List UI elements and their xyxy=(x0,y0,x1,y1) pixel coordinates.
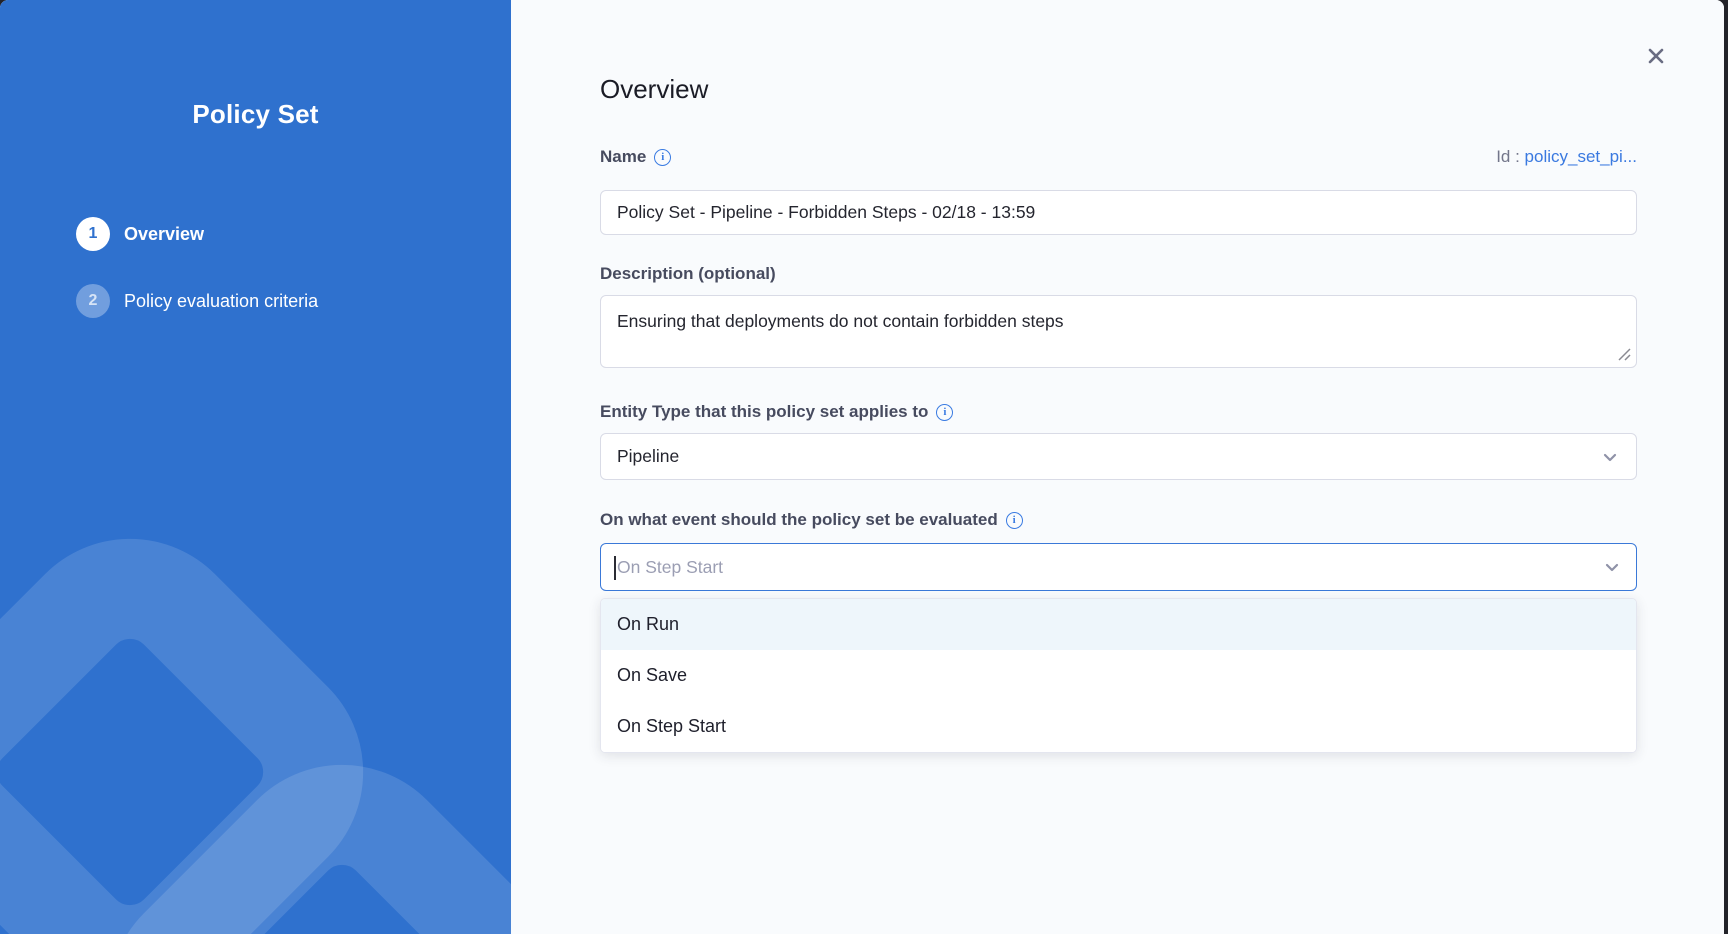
step-number-badge: 1 xyxy=(76,217,110,251)
description-label: Description (optional) xyxy=(600,264,776,284)
event-input[interactable] xyxy=(601,544,1594,590)
event-select-field xyxy=(600,543,1637,591)
description-label-row: Description (optional) xyxy=(600,264,1637,284)
wizard-sidebar: Policy Set 1 Overview 2 Policy evaluatio… xyxy=(0,0,511,934)
event-options-menu: On Run On Save On Step Start xyxy=(600,598,1637,753)
policy-set-id-link[interactable]: policy_set_pi... xyxy=(1525,147,1637,166)
step-policy-evaluation-criteria[interactable]: 2 Policy evaluation criteria xyxy=(76,284,318,318)
step-label: Policy evaluation criteria xyxy=(124,291,318,312)
close-button[interactable] xyxy=(1642,42,1670,70)
step-number-badge: 2 xyxy=(76,284,110,318)
description-textarea[interactable]: Ensuring that deployments do not contain… xyxy=(600,295,1637,368)
event-info-icon[interactable]: i xyxy=(1006,512,1023,529)
name-info-icon[interactable]: i xyxy=(654,149,671,166)
policy-set-modal: Policy Set 1 Overview 2 Policy evaluatio… xyxy=(0,0,1724,934)
option-on-step-start[interactable]: On Step Start xyxy=(601,701,1636,752)
event-label: On what event should the policy set be e… xyxy=(600,510,998,530)
page-title: Overview xyxy=(600,74,1637,105)
name-label: Name xyxy=(600,147,646,167)
id-label: Id : xyxy=(1496,147,1520,166)
wizard-steps: 1 Overview 2 Policy evaluation criteria xyxy=(76,217,318,351)
step-overview[interactable]: 1 Overview xyxy=(76,217,318,251)
name-input[interactable] xyxy=(600,190,1637,235)
entity-type-info-icon[interactable]: i xyxy=(936,404,953,421)
text-caret xyxy=(614,556,616,580)
entity-type-value: Pipeline xyxy=(617,446,679,467)
entity-type-label: Entity Type that this policy set applies… xyxy=(600,402,928,422)
event-label-row: On what event should the policy set be e… xyxy=(600,510,1637,530)
step-label: Overview xyxy=(124,224,204,245)
chevron-down-icon xyxy=(1600,447,1620,467)
modal-title: Policy Set xyxy=(0,99,511,130)
entity-type-label-row: Entity Type that this policy set applies… xyxy=(600,402,1637,422)
name-label-row: Name i Id : policy_set_pi... xyxy=(600,147,1637,167)
screen: Policy Set 1 Overview 2 Policy evaluatio… xyxy=(0,0,1728,934)
name-field-wrap xyxy=(600,190,1637,235)
option-on-run[interactable]: On Run xyxy=(601,599,1636,650)
description-field-wrap: Ensuring that deployments do not contain… xyxy=(600,295,1637,368)
chevron-down-icon xyxy=(1602,557,1622,577)
close-icon xyxy=(1646,46,1666,66)
overview-panel: Overview Name i Id : policy_set_pi... De… xyxy=(511,0,1724,934)
option-on-save[interactable]: On Save xyxy=(601,650,1636,701)
entity-type-select[interactable]: Pipeline xyxy=(600,433,1637,480)
